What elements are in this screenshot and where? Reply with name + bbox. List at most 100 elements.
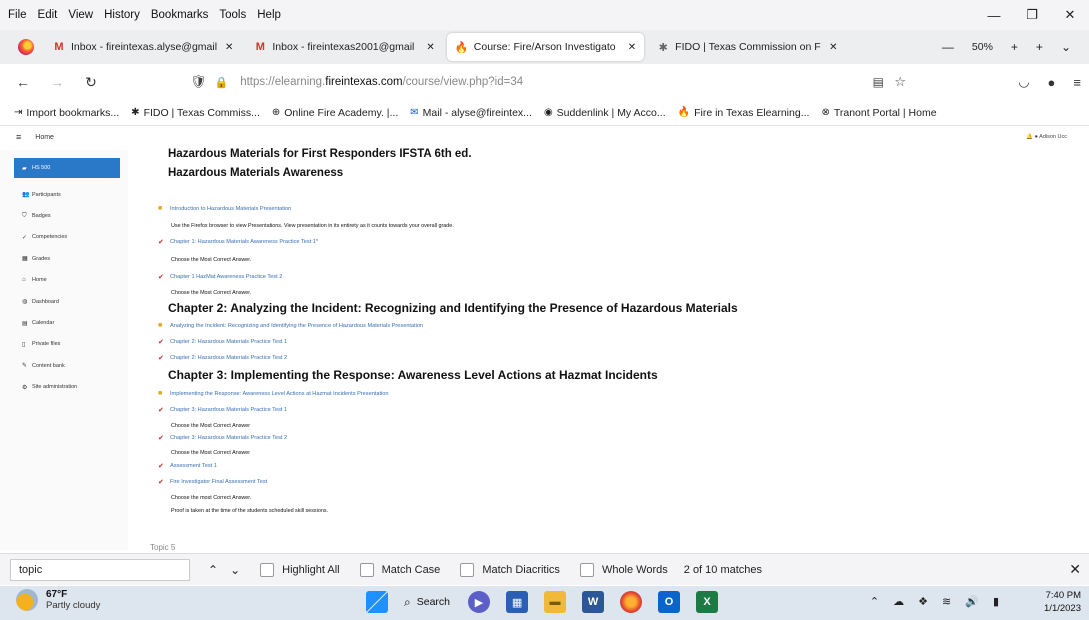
bookmark-online-fire-academy[interactable]: ⊕ Online Fire Academy. |...	[272, 107, 398, 119]
home-link[interactable]: Home	[35, 134, 54, 141]
suddenlink-icon: ◉	[543, 107, 553, 118]
back-icon[interactable]: ←	[12, 74, 34, 90]
checkbox-box[interactable]	[579, 562, 594, 577]
find-input[interactable]	[10, 558, 190, 581]
sidebar-item-grades[interactable]: ▦ Grades	[0, 248, 128, 269]
sidebar-item-course[interactable]: ▰ HS 500	[14, 158, 120, 178]
reload-icon[interactable]: ↻	[80, 74, 102, 91]
teams-chat-icon[interactable]: ▶	[468, 591, 491, 613]
hamburger-menu-icon[interactable]: ≡	[16, 132, 21, 142]
sidebar-item-dashboard[interactable]: ◍ Dashboard	[0, 291, 128, 312]
reader-view-icon[interactable]: ▤	[873, 75, 884, 89]
minimize-button[interactable]: —	[975, 8, 1013, 23]
app-menu-icon[interactable]: ≡	[1073, 75, 1081, 90]
tab-gmail-alyse[interactable]: M Inbox - fireintexas.alyse@gmail ✕	[44, 33, 241, 61]
menu-file[interactable]: File	[8, 9, 27, 21]
weather-widget[interactable]: 67°F Partly cloudy	[16, 589, 100, 611]
bookmark-fire-in-texas[interactable]: 🔥 Fire in Texas Elearning...	[678, 107, 810, 119]
url-bar[interactable]: 🛡 🔒 https://elearning. fireintexas.com /…	[190, 72, 910, 92]
bookmark-import[interactable]: ⇥ Import bookmarks...	[14, 107, 119, 119]
excel-icon[interactable]: X	[696, 591, 719, 613]
bookmark-tranont[interactable]: ⊗ Tranont Portal | Home	[821, 107, 936, 119]
tab-close-icon[interactable]: ✕	[225, 42, 233, 53]
pocket-icon[interactable]: ◡	[1018, 74, 1029, 90]
wrench-icon: ⚙	[22, 384, 28, 391]
taskbar-search-button[interactable]: ⌕ Search	[404, 595, 450, 610]
quiz-link[interactable]: ✔ Chapter 3: Hazardous Materials Practic…	[158, 406, 287, 414]
volume-icon[interactable]: 🔊	[965, 595, 979, 608]
bookmark-fido[interactable]: ✱ FIDO | Texas Commiss...	[131, 107, 260, 119]
windows-start-icon[interactable]	[366, 591, 388, 613]
word-icon[interactable]: W	[582, 591, 605, 613]
task-view-icon[interactable]: ▦	[506, 591, 529, 613]
match-diacritics-checkbox[interactable]: Match Diacritics	[460, 562, 560, 577]
battery-icon[interactable]: ▮	[993, 595, 999, 608]
sidebar-item-private-files[interactable]: ▯ Private files	[0, 334, 128, 355]
tab-fido[interactable]: ✱ FIDO | Texas Commission on F ✕	[648, 33, 845, 61]
gmail-icon: M	[255, 41, 265, 53]
forward-icon[interactable]: →	[46, 74, 68, 90]
match-case-checkbox[interactable]: Match Case	[359, 562, 440, 577]
zoom-in-button[interactable]: +	[1011, 40, 1018, 54]
tab-gmail-2001[interactable]: M Inbox - fireintexas2001@gmail ✕	[245, 33, 442, 61]
sidebar-item-home[interactable]: ⌂ Home	[0, 270, 128, 291]
sidebar-item-calendar[interactable]: ▤ Calendar	[0, 312, 128, 333]
bookmark-mail[interactable]: ✉ Mail - alyse@fireintex...	[410, 107, 532, 119]
restore-button[interactable]: ❐	[1013, 7, 1051, 23]
account-icon[interactable]: ●	[1048, 75, 1056, 90]
new-tab-button[interactable]: +	[1036, 40, 1043, 54]
presentation-link[interactable]: ■ Implementing the Response: Awareness L…	[158, 390, 389, 397]
presentation-link[interactable]: ■ Introduction to Hazardous Materials Pr…	[158, 205, 291, 212]
tab-close-icon[interactable]: ✕	[829, 42, 837, 53]
menu-edit[interactable]: Edit	[38, 9, 58, 21]
find-close-icon[interactable]: ✕	[1069, 561, 1081, 578]
wifi-icon[interactable]: ≋	[942, 595, 951, 608]
bookmark-star-icon[interactable]: ☆	[894, 74, 906, 90]
highlight-all-checkbox[interactable]: Highlight All	[260, 562, 340, 577]
tab-close-icon[interactable]: ✕	[426, 42, 434, 53]
user-menu[interactable]: 🔔 ● Adison Ucc	[1026, 134, 1067, 140]
find-next-button[interactable]: ⌄	[230, 563, 240, 577]
menu-view[interactable]: View	[68, 9, 93, 21]
quiz-link[interactable]: ✔ Fire Investigator Final Assessment Tes…	[158, 478, 267, 486]
firefox-taskbar-icon[interactable]	[620, 591, 643, 613]
quiz-link[interactable]: ✔ Assessment Test 1	[158, 462, 217, 470]
checkbox-box[interactable]	[460, 562, 475, 577]
quiz-link[interactable]: ✔ Chapter 2: Hazardous Materials Practic…	[158, 354, 287, 362]
instruction-note: Choose the Most Correct Answer.	[171, 257, 252, 263]
quiz-link[interactable]: ✔ Chapter 3: Hazardous Materials Practic…	[158, 434, 287, 442]
menu-tools[interactable]: Tools	[219, 9, 246, 21]
checkbox-box[interactable]	[359, 562, 374, 577]
menu-help[interactable]: Help	[257, 9, 281, 21]
file-explorer-icon[interactable]: ▬	[544, 591, 567, 613]
menu-bookmarks[interactable]: Bookmarks	[151, 9, 209, 21]
quiz-link[interactable]: ✔ Chapter 1 HazMat Awareness Practice Te…	[158, 273, 282, 281]
checkbox-box[interactable]	[260, 562, 275, 577]
sidebar-item-competencies[interactable]: ✓ Competencies	[0, 227, 128, 248]
menu-history[interactable]: History	[104, 9, 140, 21]
outlook-icon[interactable]: O	[658, 591, 681, 613]
dropbox-icon[interactable]: ❖	[918, 595, 928, 608]
quiz-link[interactable]: ✔ Chapter 1: Hazardous Materials Awarene…	[158, 238, 318, 246]
sidebar-item-content-bank[interactable]: ✎ Content bank	[0, 355, 128, 376]
tab-close-icon[interactable]: ✕	[628, 42, 636, 53]
tab-course-active[interactable]: 🔥 Course: Fire/Arson Investigato ✕	[446, 33, 645, 61]
zoom-level[interactable]: 50%	[972, 41, 993, 53]
chevron-up-icon[interactable]: ⌃	[870, 595, 879, 608]
quiz-link[interactable]: ✔ Chapter 2: Hazardous Materials Practic…	[158, 338, 287, 346]
close-window-button[interactable]: ✕	[1051, 7, 1089, 23]
firefox-icon[interactable]	[18, 39, 34, 55]
sidebar-item-badges[interactable]: ⛉ Badges	[0, 205, 128, 226]
tracking-shield-icon[interactable]: 🛡	[190, 74, 207, 90]
tab-list-icon[interactable]: ⌄	[1061, 40, 1071, 54]
cloud-icon[interactable]: ☁	[893, 595, 904, 608]
bookmark-suddenlink[interactable]: ◉ Suddenlink | My Acco...	[544, 107, 666, 119]
find-previous-button[interactable]: ⌃	[208, 563, 218, 577]
zoom-out-button[interactable]: —	[942, 40, 954, 54]
sidebar-item-site-administration[interactable]: ⚙ Site administration	[0, 377, 128, 398]
whole-words-checkbox[interactable]: Whole Words	[579, 562, 668, 577]
sidebar-item-participants[interactable]: 👥 Participants	[0, 184, 128, 205]
lock-icon[interactable]: 🔒	[215, 76, 229, 89]
system-clock[interactable]: 7:40 PM 1/1/2023	[1044, 589, 1081, 615]
presentation-link[interactable]: ■ Analyzing the Incident: Recognizing an…	[158, 322, 423, 329]
